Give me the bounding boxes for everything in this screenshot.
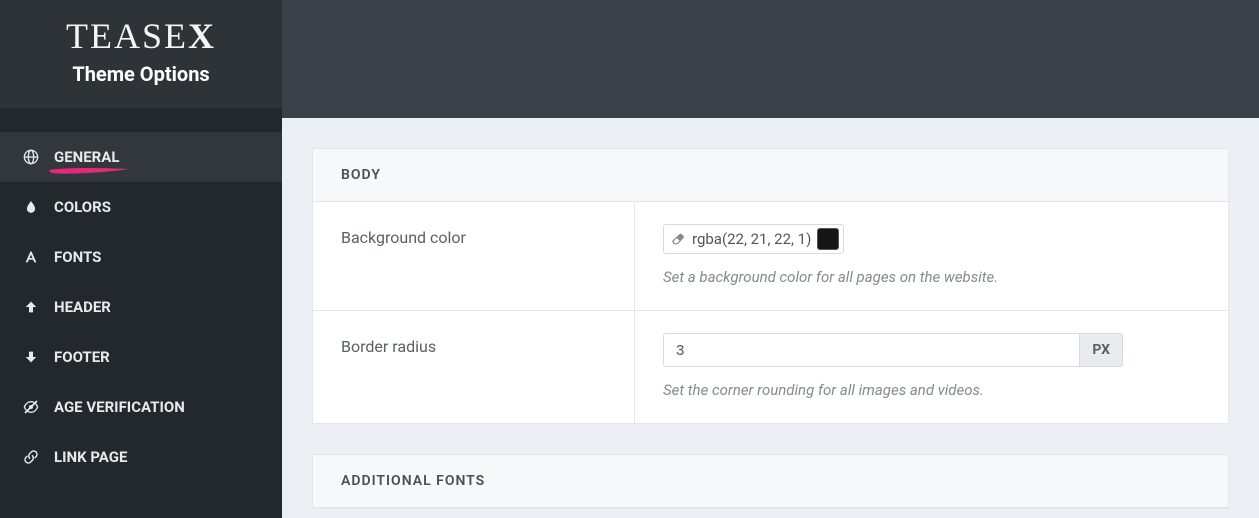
arrow-down-icon (22, 348, 40, 366)
border-radius-input-group: PX (663, 333, 1123, 367)
sidebar-item-age-verification[interactable]: AGE VERIFICATION (0, 382, 282, 432)
border-radius-help: Set the corner rounding for all images a… (663, 381, 1200, 399)
sidebar-header: TEASEX Theme Options (0, 0, 282, 108)
font-icon (22, 248, 40, 266)
panel-body: BODY Background color rgba(22, 21, 22, 1… (312, 148, 1229, 424)
bg-color-label: Background color (313, 202, 635, 310)
bg-color-help: Set a background color for all pages on … (663, 268, 1200, 286)
border-radius-unit: PX (1079, 333, 1123, 367)
active-underline (48, 166, 130, 176)
sidebar-item-label: HEADER (54, 298, 111, 316)
sidebar-item-colors[interactable]: COLORS (0, 182, 282, 232)
sidebar-nav: GENERAL COLORS FONTS (0, 108, 282, 482)
sidebar-item-label: COLORS (54, 198, 111, 216)
sidebar-item-label: AGE VERIFICATION (54, 398, 185, 416)
arrow-up-icon (22, 298, 40, 316)
border-radius-input[interactable] (663, 333, 1079, 367)
row-background-color: Background color rgba(22, 21, 22, 1) Set… (313, 202, 1228, 311)
sidebar-item-label: FONTS (54, 248, 101, 266)
eraser-icon[interactable] (670, 232, 686, 246)
topbar (282, 0, 1259, 118)
panel-body-title: BODY (313, 149, 1228, 202)
sidebar-item-general[interactable]: GENERAL (0, 132, 282, 182)
panel-additional-fonts-title: ADDITIONAL FONTS (313, 455, 1228, 508)
sidebar-item-label: FOOTER (54, 348, 110, 366)
bg-color-input[interactable]: rgba(22, 21, 22, 1) (663, 224, 844, 254)
brand-logo: TEASEX (0, 18, 282, 62)
sidebar-item-footer[interactable]: FOOTER (0, 332, 282, 382)
row-border-radius: Border radius PX Set the corner rounding… (313, 311, 1228, 423)
border-radius-label: Border radius (313, 311, 635, 423)
bg-color-swatch[interactable] (817, 228, 839, 250)
sidebar: TEASEX Theme Options GENERAL COLORS (0, 0, 282, 518)
sidebar-item-link-page[interactable]: LINK PAGE (0, 432, 282, 482)
panel-additional-fonts: ADDITIONAL FONTS (312, 454, 1229, 509)
globe-icon (22, 148, 40, 166)
brand-logo-main: TEASE (66, 16, 188, 56)
sidebar-item-label: LINK PAGE (54, 448, 127, 466)
page-subtitle: Theme Options (0, 62, 282, 86)
droplet-icon (22, 198, 40, 216)
brand-logo-x: X (188, 16, 216, 56)
link-icon (22, 448, 40, 466)
bg-color-value: rgba(22, 21, 22, 1) (692, 230, 811, 248)
sidebar-item-fonts[interactable]: FONTS (0, 232, 282, 282)
eye-slash-icon (22, 398, 40, 416)
sidebar-item-label: GENERAL (54, 148, 120, 166)
sidebar-item-header[interactable]: HEADER (0, 282, 282, 332)
